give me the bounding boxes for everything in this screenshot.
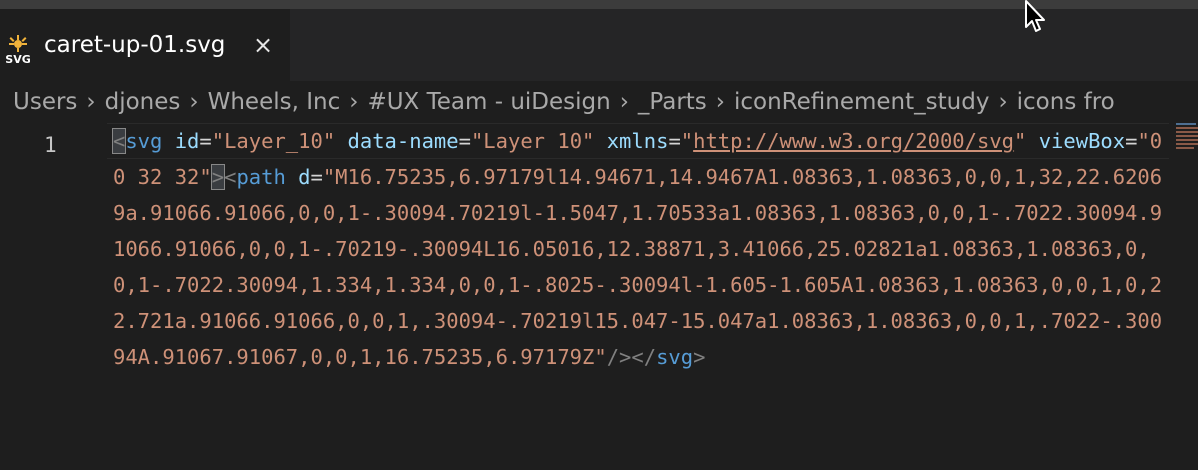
breadcrumb-item-icons[interactable]: icons fro bbox=[1017, 81, 1115, 123]
namespace-link[interactable]: http://www.w3.org/2000/svg bbox=[693, 129, 1014, 153]
tag-close-bracket: > bbox=[693, 345, 706, 369]
chevron-right-icon: › bbox=[86, 89, 96, 115]
svg-icon-label: SVG bbox=[5, 53, 30, 65]
chevron-right-icon: › bbox=[349, 89, 359, 115]
bracket-match-open: < bbox=[111, 128, 127, 154]
breadcrumb-item-wheels-inc[interactable]: Wheels, Inc bbox=[208, 81, 341, 123]
tab-bar: SVG caret-up-01.svg × bbox=[0, 9, 1198, 81]
line-number: 1 bbox=[44, 133, 57, 157]
chevron-right-icon: › bbox=[998, 89, 1008, 115]
equals: = bbox=[1125, 129, 1138, 153]
equals: = bbox=[199, 129, 212, 153]
tag-name: svg bbox=[656, 345, 694, 369]
breadcrumb-item-users[interactable]: Users bbox=[13, 81, 77, 123]
chevron-right-icon: › bbox=[715, 89, 725, 115]
equals: = bbox=[310, 165, 323, 189]
quote: " bbox=[680, 129, 694, 153]
close-icon[interactable]: × bbox=[250, 31, 276, 59]
attribute-value: "Layer_10" bbox=[211, 129, 336, 153]
svg-file-icon: SVG bbox=[3, 35, 33, 66]
breadcrumb-item-djones[interactable]: djones bbox=[105, 81, 181, 123]
attribute-name: xmlns bbox=[606, 129, 669, 153]
code-line[interactable]: <svg id="Layer_10" data-name="Layer 10" … bbox=[111, 123, 1168, 375]
attribute-name: viewBox bbox=[1038, 129, 1126, 153]
attribute-name: data-name bbox=[347, 129, 459, 153]
path-data-value: "M16.75235,6.97179l14.94671,14.9467A1.08… bbox=[113, 165, 1163, 369]
tag-name: svg bbox=[125, 129, 163, 153]
title-bar-strip bbox=[0, 0, 1198, 9]
mouse-pointer-icon bbox=[1024, 0, 1050, 34]
equals: = bbox=[458, 129, 471, 153]
attribute-value: "Layer 10" bbox=[470, 129, 595, 153]
chevron-right-icon: › bbox=[189, 89, 199, 115]
attribute-name: d bbox=[298, 165, 311, 189]
chevron-right-icon: › bbox=[619, 89, 629, 115]
attribute-name: id bbox=[174, 129, 200, 153]
self-close-bracket: /> bbox=[606, 345, 632, 369]
code-editor[interactable]: 1 <svg id="Layer_10" data-name="Layer 10… bbox=[0, 123, 1198, 470]
breadcrumb-item-parts[interactable]: _Parts bbox=[638, 81, 707, 123]
tag-close-open-bracket: </ bbox=[631, 345, 657, 369]
tag-open-bracket: < bbox=[224, 165, 237, 189]
tab-caret-up-01[interactable]: SVG caret-up-01.svg × bbox=[0, 9, 290, 81]
breadcrumb-item-iconrefinement[interactable]: iconRefinement_study bbox=[734, 81, 989, 123]
quote: " bbox=[1014, 129, 1027, 153]
equals: = bbox=[668, 129, 681, 153]
bracket-match-close: > bbox=[210, 164, 226, 190]
tag-name: path bbox=[236, 165, 286, 189]
breadcrumb-item-ux-team[interactable]: #UX Team - uiDesign bbox=[367, 81, 610, 123]
tab-title: caret-up-01.svg bbox=[44, 32, 226, 58]
breadcrumb: Users › djones › Wheels, Inc › #UX Team - uiDe… bbox=[0, 81, 1198, 123]
minimap[interactable] bbox=[1176, 123, 1198, 163]
